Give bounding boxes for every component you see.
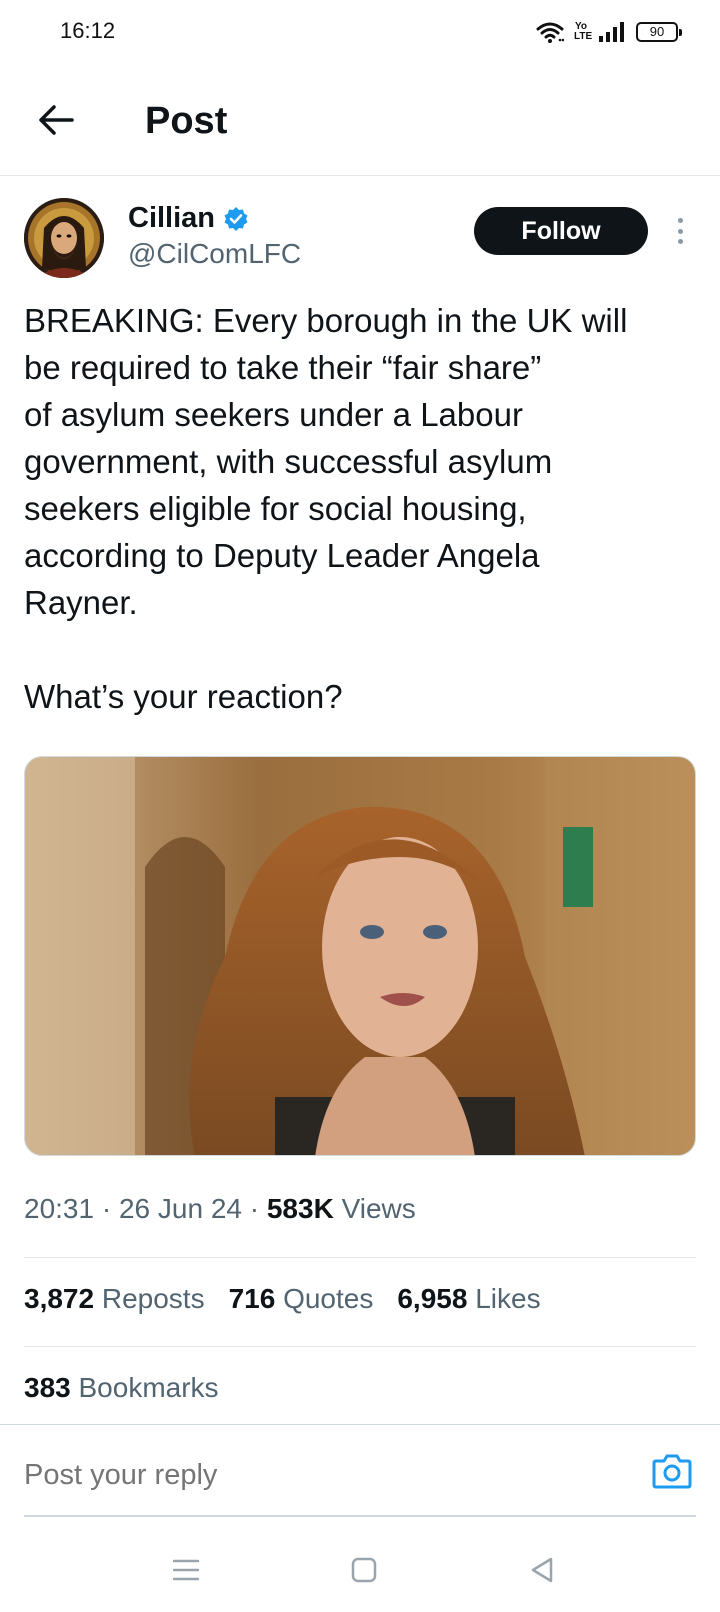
home-square-icon [351,1557,377,1583]
post-text: BREAKING: Every borough in the UK will b… [24,302,628,715]
camera-icon [652,1454,692,1489]
menu-icon [173,1559,199,1581]
more-dot-icon [677,239,683,244]
more-dot-icon [677,218,683,223]
reposts-stat[interactable]: 3,872 Reposts [24,1283,205,1315]
reposts-count: 3,872 [24,1283,95,1314]
divider [24,1257,696,1258]
arrow-left-icon [39,105,74,135]
post-time: 20:31 [24,1193,95,1224]
bookmarks-stat[interactable]: 383 Bookmarks [24,1372,219,1404]
reply-underline [24,1515,696,1517]
home-button[interactable] [344,1550,384,1590]
volte-icon: Yo LTE [574,22,593,42]
quotes-label: Quotes [275,1283,374,1314]
wifi-icon [536,22,564,43]
bookmarks-count: 383 [24,1372,71,1403]
volte-bottom: LTE [574,31,593,42]
system-nav-bar [0,1530,720,1612]
verified-badge-icon [224,206,248,231]
status-icons: Yo LTE 90 [536,18,682,46]
menu-button[interactable] [166,1550,206,1590]
likes-label: Likes [467,1283,541,1314]
meta-separator: · [94,1193,119,1224]
page-title: Post [145,100,228,142]
avatar[interactable] [24,198,104,278]
views-label: Views [333,1193,416,1224]
quotes-stat[interactable]: 716 Quotes [229,1283,374,1315]
display-name[interactable]: Cillian [128,202,215,235]
photo-illustration [25,757,695,1155]
status-time: 16:12 [60,18,116,43]
signal-icon [599,22,624,42]
quotes-count: 716 [228,1283,276,1314]
avatar-image [24,198,104,278]
likes-stat[interactable]: 6,958 Likes [397,1283,540,1315]
meta-separator: · [241,1193,267,1224]
reply-input[interactable] [24,1459,584,1492]
back-button[interactable] [32,96,80,144]
status-bar: 16:12 Yo LTE 90 [0,0,720,66]
divider [24,1346,696,1347]
likes-count: 6,958 [397,1283,468,1314]
header: Post [0,66,720,176]
more-dot-icon [677,228,683,234]
display-name-row: Cillian [128,202,249,235]
camera-button[interactable] [652,1453,692,1493]
bookmarks-label: Bookmarks [70,1372,219,1403]
triangle-back-icon [531,1557,553,1583]
back-nav-button[interactable] [522,1550,562,1590]
reply-bar [0,1424,720,1517]
post-image[interactable] [24,756,696,1156]
user-handle[interactable]: @CilComLFC [128,238,301,270]
more-options-button[interactable] [668,214,692,248]
post-meta: 20:31 · 26 Jun 24 · 583K Views [24,1193,416,1225]
reposts-label: Reposts [94,1283,205,1314]
post-date: 26 Jun 24 [118,1193,242,1224]
engagement-stats: 3,872 Reposts 716 Quotes 6,958 Likes [24,1283,541,1315]
battery-icon: 90 [636,22,682,42]
views-count: 583K [266,1193,334,1224]
post-author: Cillian @CilComLFC Follow [0,176,720,286]
follow-button[interactable]: Follow [474,207,648,255]
